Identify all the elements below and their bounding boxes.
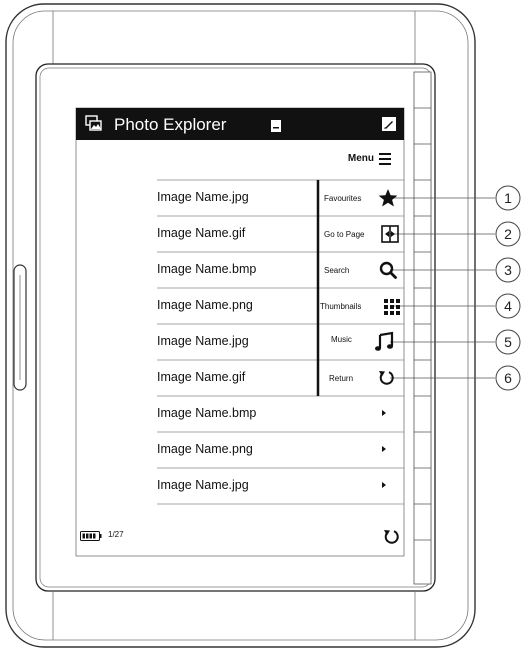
- options-menu-panel: Favourites Go to Page Search Thumbnails: [317, 180, 404, 396]
- search-icon: [379, 261, 397, 279]
- menu-option-return[interactable]: Return: [317, 360, 404, 396]
- thumbnails-icon: [384, 299, 400, 315]
- menu-option-search[interactable]: Search: [317, 252, 404, 288]
- menu-option-music[interactable]: Music: [317, 324, 404, 360]
- menu-option-label: Favourites: [324, 194, 362, 203]
- battery-icon: [80, 531, 102, 541]
- goto-page-icon: [381, 225, 399, 243]
- menu-option-thumbnails[interactable]: Thumbnails: [317, 288, 404, 324]
- menu-option-label: Search: [324, 266, 350, 275]
- list-separators: [157, 179, 404, 505]
- menu-option-label: Return: [329, 374, 354, 383]
- star-icon: [378, 189, 398, 207]
- menu-option-label: Thumbnails: [320, 302, 362, 311]
- music-note-icon: [375, 331, 394, 351]
- menu-option-label: Go to Page: [324, 230, 365, 239]
- menu-option-label: Music: [331, 335, 352, 344]
- menu-option-favourites[interactable]: Favourites: [317, 180, 404, 216]
- return-icon[interactable]: [380, 526, 402, 548]
- page-indicator: 1/27: [108, 530, 124, 539]
- menu-option-go-to-page[interactable]: Go to Page: [317, 216, 404, 252]
- return-icon: [379, 371, 394, 385]
